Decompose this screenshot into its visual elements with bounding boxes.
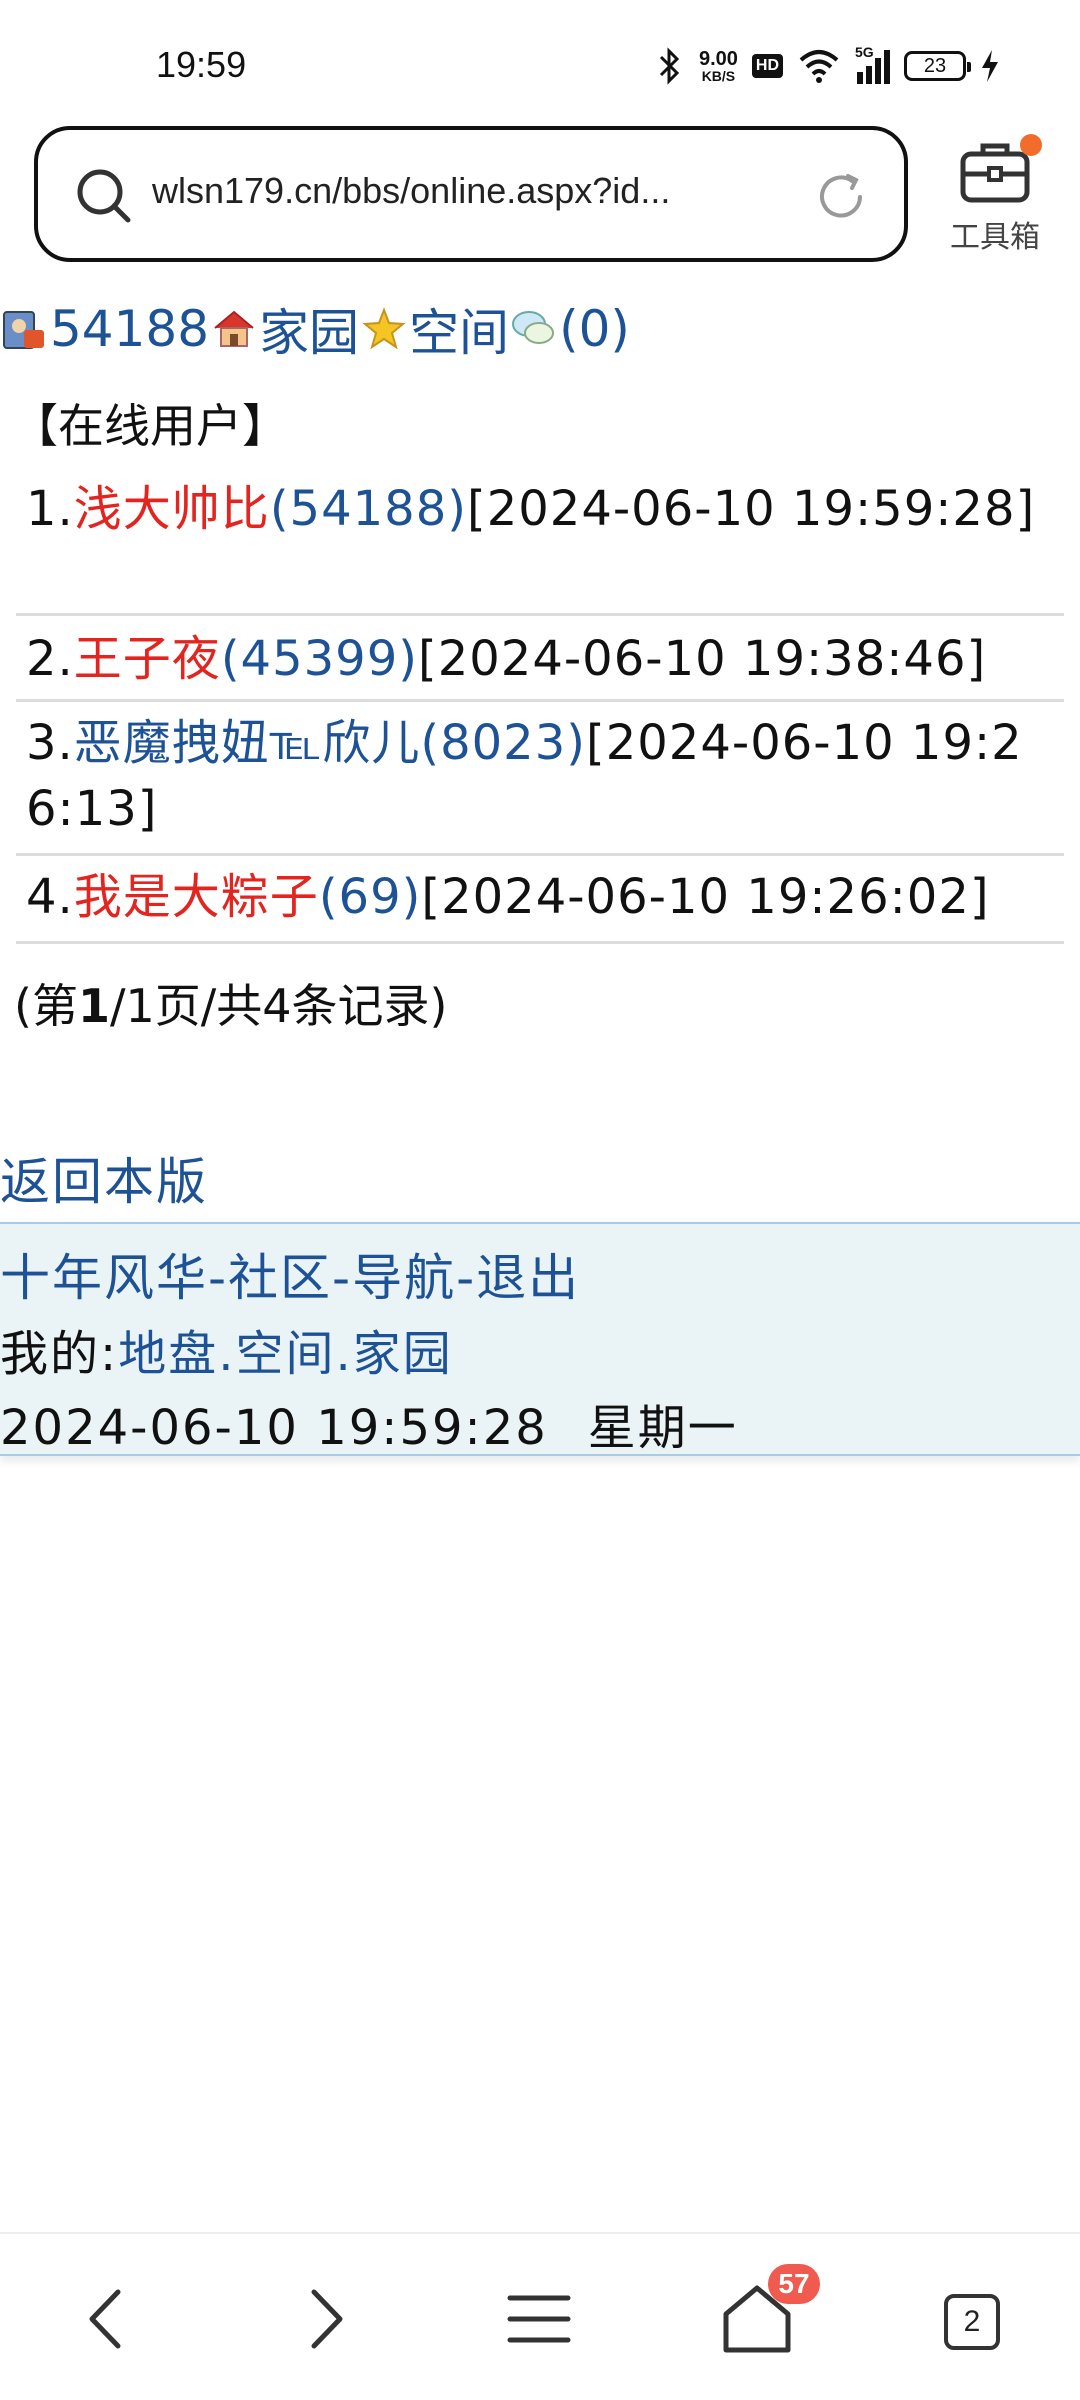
- status-icons: 9.00 KB/S HD 5G 23: [655, 44, 1000, 86]
- net-speed: 9.00 KB/S: [698, 48, 738, 84]
- pagination-info: (第1/1页/共4条记录): [14, 979, 448, 1033]
- search-icon: [77, 169, 131, 223]
- user-id-link[interactable]: 54188: [50, 300, 209, 358]
- refresh-icon[interactable]: [814, 170, 868, 224]
- user-id-link[interactable]: (8023): [420, 715, 586, 771]
- home-button[interactable]: 57: [712, 2264, 820, 2364]
- footer-datetime: 2024-06-10 19:59:28 星期一: [0, 1400, 738, 1456]
- user-id-link[interactable]: (69): [319, 869, 422, 925]
- menu-icon: [507, 2295, 571, 2343]
- home-badge: 57: [768, 2264, 820, 2304]
- my-space-link[interactable]: 空间: [235, 1326, 335, 1382]
- network-label: 5G: [855, 44, 874, 60]
- star-icon: [362, 307, 406, 350]
- online-user-list: 1.浅大帅比(54188)[2024-06-10 19:59:28] 2.王子夜…: [16, 468, 1064, 944]
- my-links: 我的:地盘.空间.家园: [0, 1326, 453, 1382]
- signal-icon: 5G: [855, 44, 890, 84]
- user-bar: 54188 家园 空间 (0): [0, 294, 630, 364]
- toolbox-button[interactable]: 工具箱: [940, 134, 1050, 264]
- my-territory-link[interactable]: 地盘: [118, 1326, 218, 1382]
- browser-bottom-nav: 57 2: [0, 2232, 1080, 2400]
- back-button[interactable]: [62, 2274, 152, 2364]
- home-link[interactable]: 家园: [259, 293, 359, 365]
- current-page: 1: [77, 979, 110, 1033]
- list-item: 2.王子夜(45399)[2024-06-10 19:38:46]: [16, 616, 1064, 702]
- home-icon: [214, 310, 254, 347]
- section-title: 【在线用户】: [12, 399, 288, 453]
- user-card-icon: [3, 311, 44, 349]
- login-time: [2024-06-10 19:38:46]: [417, 631, 987, 687]
- user-id-link[interactable]: (45399): [221, 631, 418, 687]
- chevron-right-icon: [311, 2289, 343, 2349]
- nav-link-decade[interactable]: 十年风华: [0, 1249, 208, 1307]
- list-item: 3.恶魔拽妞℡欣儿(8023)[2024-06-10 19:26:13]: [16, 702, 1064, 856]
- hd-badge: HD: [751, 54, 783, 78]
- user-name-link[interactable]: 恶魔拽妞℡欣儿: [74, 715, 421, 771]
- user-name-link[interactable]: 王子夜: [74, 631, 221, 687]
- list-item: 1.浅大帅比(54188)[2024-06-10 19:59:28]: [16, 468, 1064, 616]
- nav-link-community[interactable]: 社区: [228, 1249, 332, 1307]
- chevron-left-icon: [89, 2289, 121, 2349]
- login-time: [2024-06-10 19:59:28]: [466, 481, 1036, 537]
- messages-link[interactable]: (0): [559, 300, 630, 358]
- chat-bubble-icon: [512, 311, 555, 344]
- weekday: 星期一: [587, 1400, 738, 1456]
- forward-button[interactable]: [280, 2274, 370, 2364]
- footer-nav-box: 十年风华-社区-导航-退出 我的:地盘.空间.家园 2024-06-10 19:…: [0, 1222, 1080, 1456]
- status-time: 19:59: [156, 44, 247, 85]
- nav-link-navigation[interactable]: 导航: [352, 1249, 456, 1307]
- battery-level: 23: [923, 54, 947, 77]
- charging-icon: [982, 50, 998, 82]
- notification-dot: [1020, 134, 1042, 156]
- address-bar[interactable]: wlsn179.cn/bbs/online.aspx?id...: [34, 126, 908, 262]
- bluetooth-icon: [659, 47, 680, 85]
- list-item: 4.我是大粽子(69)[2024-06-10 19:26:02]: [16, 856, 1064, 944]
- login-time: [2024-06-10 19:26:02]: [421, 869, 990, 925]
- status-bar: 19:59 9.00 KB/S HD 5G 23: [0, 0, 1080, 120]
- menu-button[interactable]: [494, 2274, 584, 2364]
- wifi-icon: [799, 50, 839, 83]
- back-to-board-link[interactable]: 返回本版: [0, 1142, 208, 1214]
- user-name-link[interactable]: 浅大帅比: [74, 481, 270, 537]
- space-link[interactable]: 空间: [409, 293, 509, 365]
- user-id-link[interactable]: (54188): [270, 481, 467, 537]
- toolbox-label: 工具箱: [950, 220, 1040, 255]
- battery-icon: 23: [904, 51, 971, 81]
- tabs-button[interactable]: 2: [926, 2274, 1016, 2364]
- footer-nav-links: 十年风华-社区-导航-退出: [0, 1249, 581, 1307]
- my-home-link[interactable]: 家园: [353, 1326, 453, 1382]
- user-name-link[interactable]: 我是大粽子: [74, 869, 319, 925]
- url-text[interactable]: wlsn179.cn/bbs/online.aspx?id...: [152, 170, 812, 212]
- nav-link-logout[interactable]: 退出: [476, 1249, 580, 1307]
- tabs-count: 2: [944, 2294, 1000, 2350]
